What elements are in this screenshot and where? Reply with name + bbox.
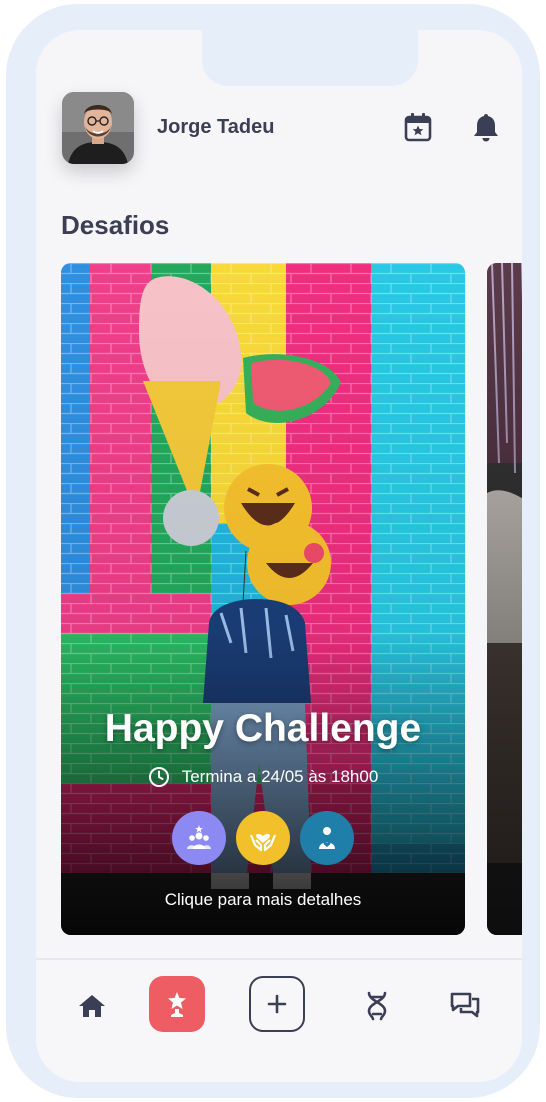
bell-icon (474, 114, 498, 142)
person-heart-icon (319, 827, 335, 849)
calendar-star-icon (404, 113, 432, 142)
add-icon (267, 994, 287, 1014)
challenge-title: Happy Challenge (104, 707, 422, 750)
people-star-icon (187, 825, 211, 849)
challenge-deadline: Termina a 24/05 às 18h00 (61, 766, 465, 788)
dna-icon (367, 991, 387, 1021)
notifications-button[interactable] (470, 111, 502, 143)
calendar-button[interactable] (402, 111, 434, 143)
app-screen: Jorge Tadeu Desafios Happy Challenge Ter… (36, 30, 522, 1082)
badge-people (172, 811, 226, 865)
challenge-badges (61, 811, 465, 865)
phone-notch (202, 30, 418, 86)
bottom-navigation (36, 958, 522, 1082)
challenge-card[interactable]: Happy Challenge Termina a 24/05 às 18h00 (61, 263, 465, 935)
deadline-text: Termina a 24/05 às 18h00 (181, 767, 379, 786)
badge-care (236, 811, 290, 865)
nav-home[interactable] (76, 990, 108, 1022)
hands-heart-icon (249, 833, 277, 852)
nav-challenges[interactable] (149, 976, 205, 1032)
user-name: Jorge Tadeu (157, 116, 275, 138)
challenges-star-icon (168, 992, 186, 1017)
home-icon (79, 995, 105, 1017)
chat-icon (450, 992, 480, 1018)
phone-frame: Jorge Tadeu Desafios Happy Challenge Ter… (6, 4, 540, 1098)
next-challenge-photo (487, 263, 522, 935)
nav-add[interactable] (249, 976, 305, 1032)
details-link[interactable]: Clique para mais detalhes (61, 890, 465, 910)
nav-chat[interactable] (448, 988, 482, 1022)
avatar[interactable] (62, 92, 134, 164)
nav-dna[interactable] (361, 990, 393, 1022)
next-challenge-card[interactable] (487, 263, 522, 935)
badge-support (300, 811, 354, 865)
section-title: Desafios (61, 210, 170, 240)
clock-icon (148, 767, 169, 787)
